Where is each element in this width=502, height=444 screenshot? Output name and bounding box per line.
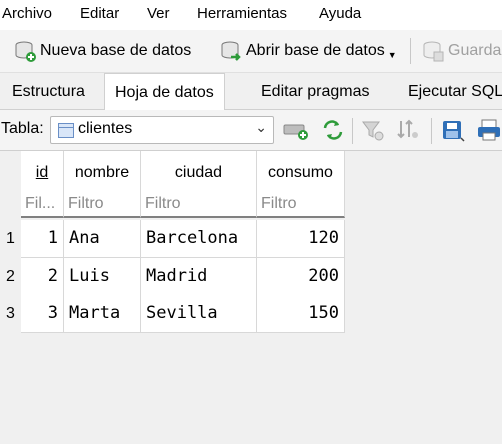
menu-ver[interactable]: Ver <box>147 5 170 22</box>
table-cell[interactable]: 3 <box>21 295 64 333</box>
table-cell[interactable]: Marta <box>64 295 141 333</box>
menu-editar[interactable]: Editar <box>80 5 119 22</box>
column-header-ciudad[interactable]: ciudad <box>141 151 257 195</box>
new-database-button[interactable]: Nueva base de datos <box>13 36 191 66</box>
tab-hoja-de-datos[interactable]: Hoja de datos <box>104 73 225 111</box>
table-select-value: clientes <box>78 120 133 137</box>
row-number[interactable]: 3 <box>0 296 21 332</box>
row-number[interactable]: 2 <box>0 259 21 295</box>
table-cell[interactable]: Madrid <box>141 258 257 296</box>
save-table-icon[interactable] <box>440 118 466 142</box>
print-icon[interactable] <box>476 118 502 142</box>
open-database-label: Abrir base de datos <box>246 42 385 59</box>
filter-input-nombre[interactable]: Filtro <box>64 192 141 218</box>
table-cell[interactable]: Sevilla <box>141 295 257 333</box>
table-select[interactable]: clientes ⌄ <box>50 116 274 144</box>
table-icon <box>58 123 74 138</box>
column-header-nombre[interactable]: nombre <box>64 151 141 195</box>
refresh-icon[interactable] <box>320 118 346 142</box>
open-database-icon <box>219 39 243 63</box>
table-cell[interactable]: 120 <box>257 220 345 258</box>
toolbar-divider <box>410 38 411 64</box>
table-cell[interactable]: Ana <box>64 220 141 258</box>
menu-ayuda[interactable]: Ayuda <box>319 5 361 22</box>
sort-icon[interactable] <box>395 118 421 142</box>
filter-input-consumo[interactable]: Filtro <box>257 192 345 218</box>
open-database-button[interactable]: Abrir base de datos ▼ <box>219 36 397 66</box>
clear-filters-icon[interactable] <box>360 118 386 142</box>
save-label: Guarda <box>448 42 502 59</box>
table-cell[interactable]: Barcelona <box>141 220 257 258</box>
table-cell[interactable]: 150 <box>257 295 345 333</box>
table-cell[interactable]: Luis <box>64 258 141 296</box>
toolbar-divider <box>352 118 353 144</box>
chevron-down-icon: ⌄ <box>255 119 267 135</box>
filter-input-ciudad[interactable]: Filtro <box>141 192 257 218</box>
table-selector-bar: Tabla: clientes ⌄ <box>0 110 502 151</box>
new-database-label: Nueva base de datos <box>40 42 192 59</box>
table-cell[interactable]: 200 <box>257 258 345 296</box>
chevron-down-icon[interactable]: ▼ <box>388 50 397 60</box>
save-icon <box>421 39 445 63</box>
toolbar-divider <box>431 118 432 144</box>
menu-archivo[interactable]: Archivo <box>2 5 52 22</box>
table-cell[interactable]: 1 <box>21 220 64 258</box>
menu-bar: Archivo Editar Ver Herramientas Ayuda <box>0 0 502 30</box>
main-toolbar: Nueva base de datos Abrir base de datos … <box>0 30 502 73</box>
menu-herramientas[interactable]: Herramientas <box>197 5 287 22</box>
table-label: Tabla: <box>1 120 44 137</box>
row-number[interactable]: 1 <box>0 221 21 257</box>
column-header-consumo[interactable]: consumo <box>257 151 345 195</box>
table-cell[interactable]: 2 <box>21 258 64 296</box>
column-header-id[interactable]: id <box>21 151 64 195</box>
tab-bar: Estructura Hoja de datos Editar pragmas … <box>0 73 502 111</box>
new-database-icon <box>13 39 37 63</box>
tab-ejecutar-sql[interactable]: Ejecutar SQL <box>398 73 502 109</box>
tab-editar-pragmas[interactable]: Editar pragmas <box>251 73 380 109</box>
data-grid: id nombre ciudad consumo Fil... Filtro F… <box>0 151 502 444</box>
insert-record-icon[interactable] <box>283 118 309 142</box>
tab-estructura[interactable]: Estructura <box>2 73 95 109</box>
save-button[interactable]: Guarda <box>421 36 501 66</box>
filter-input-id[interactable]: Fil... <box>21 192 64 218</box>
